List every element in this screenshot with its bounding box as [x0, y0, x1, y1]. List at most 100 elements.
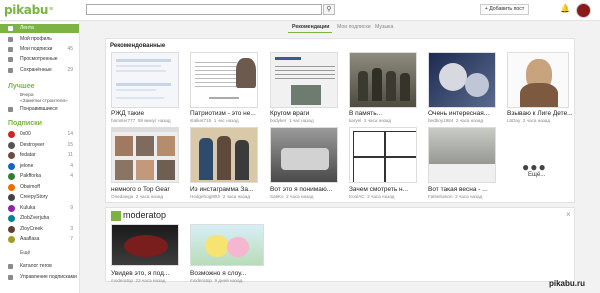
subscription-label: fedatar	[20, 152, 36, 158]
post-meta: Hedgehog80th 2 часа назад	[190, 194, 251, 199]
recommended-title: Рекомендованные	[110, 43, 166, 49]
sidebar-item-feed[interactable]: Лента	[0, 24, 79, 33]
sidebar-item-manage[interactable]: Управление подписками	[0, 273, 79, 282]
bell-icon[interactable]: 🔔	[560, 4, 570, 13]
subscription-count: 11	[67, 152, 73, 158]
search-icon[interactable]: ⚲	[323, 4, 335, 15]
post-thumbnail[interactable]	[190, 127, 258, 183]
post-thumbnail[interactable]	[507, 52, 569, 108]
subscription-item[interactable]: Pakfforka 4	[0, 172, 79, 181]
user-avatar[interactable]	[576, 3, 591, 18]
post-meta: stalker716 1 час назад	[190, 118, 239, 123]
post-title[interactable]: Кругом враги	[270, 110, 342, 117]
post-title[interactable]: Из инстаграмма За...	[190, 186, 262, 193]
subscription-item[interactable]: Obsimoff	[0, 183, 79, 192]
sidebar-item-liked[interactable]: Понравившиеся	[0, 105, 79, 114]
home-icon	[8, 26, 13, 31]
tags-icon	[8, 264, 13, 269]
post-meta: FalseIlusion 2 часа назад	[428, 194, 483, 199]
subscription-avatar	[8, 162, 15, 170]
subs-heading: Подписки	[8, 120, 42, 127]
post-thumbnail[interactable]	[111, 224, 179, 266]
subscription-count: 14	[67, 131, 73, 137]
subscription-avatar	[8, 194, 15, 201]
post-meta: bedboy1984 2 часа назад	[428, 118, 484, 123]
post-title[interactable]: Вот это я понимаю...	[270, 186, 342, 193]
post-title[interactable]: РЖД такие	[111, 110, 181, 117]
subscription-label: Obsimoff	[20, 183, 40, 190]
subscription-item[interactable]: Kuluka 9	[0, 204, 79, 213]
post-thumbnail[interactable]	[428, 52, 496, 108]
post-title[interactable]: немного о Top Gear	[111, 186, 183, 193]
tab-my-subscriptions[interactable]: Мои подписки	[337, 24, 371, 30]
tab-music[interactable]: Музыка	[375, 24, 393, 30]
post-thumbnail[interactable]	[190, 52, 258, 108]
subscription-count: 7	[70, 236, 73, 242]
sidebar-item-profile[interactable]: Мой профиль	[0, 35, 79, 44]
post-thumbnail[interactable]	[190, 224, 264, 266]
sidebar: Лента Мой профиль Мои подписки 45 Просмот…	[0, 22, 80, 293]
subscription-item[interactable]: Aaaflasa 7	[0, 235, 79, 244]
post-thumbnail[interactable]	[349, 52, 417, 108]
subscription-item[interactable]: jelone 4	[0, 162, 79, 171]
sidebar-item-viewed[interactable]: Просмотренные	[0, 55, 79, 64]
post-title[interactable]: Взываю к Лиге Дете...	[507, 110, 573, 117]
subscription-avatar	[8, 152, 15, 159]
subscription-label: Destroyeer	[20, 141, 45, 148]
subscription-item[interactable]: Destroyeer 15	[0, 141, 79, 150]
post-title[interactable]: Зачем смотреть н...	[349, 186, 421, 193]
menu-icon[interactable]: ≡	[49, 6, 59, 14]
subscription-item[interactable]: ZloyCreek 3	[0, 225, 79, 234]
post-title[interactable]: Увидев это, я под...	[111, 270, 183, 277]
subscription-avatar	[8, 183, 15, 191]
subscription-label: Kuluka	[20, 204, 36, 211]
more-link[interactable]: Ещё...	[528, 172, 545, 178]
post-thumbnail[interactable]	[270, 52, 338, 108]
subscription-avatar	[8, 236, 15, 243]
post-meta: Onedawga 2 часа назад	[111, 194, 164, 199]
subscription-item[interactable]: fedatar 11	[0, 151, 79, 160]
top-bar: pikabu ≡ ⚲ + Добавить пост 🔔	[0, 0, 600, 21]
post-thumbnail[interactable]	[270, 127, 338, 183]
subscription-avatar	[8, 131, 15, 138]
subscription-label: ZlobZverjuha	[20, 215, 50, 221]
best-yesterday[interactable]: Вчера	[20, 93, 34, 98]
subscription-item[interactable]: 0x00 14	[0, 130, 79, 139]
subscription-label: 0x00	[20, 131, 31, 137]
subs-more-link[interactable]: Ещё	[20, 250, 30, 256]
community-avatar[interactable]	[111, 211, 121, 221]
subscription-label: Aaaflasa	[20, 236, 40, 242]
subscriptions-icon	[8, 47, 13, 52]
subscription-item[interactable]: ZlobZverjuha	[0, 214, 79, 223]
pikabu-logo[interactable]: pikabu	[4, 3, 48, 17]
post-title[interactable]: Вот такая весна - ...	[428, 186, 500, 193]
post-title[interactable]: Возможно я слоу...	[190, 270, 264, 277]
post-title[interactable]: Патриотизм - это не...	[190, 110, 262, 117]
community-name[interactable]: moderatop	[123, 210, 166, 220]
subscription-item[interactable]: CreepyStory	[0, 193, 79, 202]
sidebar-item-subscriptions[interactable]: Мои подписки 45	[0, 45, 79, 54]
best-heading[interactable]: Лучшее	[8, 83, 35, 90]
subscription-avatar	[8, 173, 15, 180]
tab-recommendations[interactable]: Рекомендации	[292, 24, 329, 30]
post-thumbnail[interactable]	[111, 52, 179, 108]
subscription-count: 4	[70, 162, 73, 169]
post-thumbnail[interactable]	[349, 127, 417, 183]
settings-icon	[8, 275, 13, 280]
subscription-label: jelone	[20, 162, 34, 169]
close-icon[interactable]: ×	[566, 210, 571, 219]
search-input[interactable]	[86, 4, 322, 15]
post-title[interactable]: Очень интересная...	[428, 110, 500, 117]
post-meta: hamster777 59 минут назад	[111, 118, 171, 123]
post-thumbnail[interactable]	[428, 127, 496, 183]
add-post-button[interactable]: + Добавить пост	[480, 4, 529, 15]
subscription-label: CreepyStory	[20, 194, 48, 200]
subscription-label: Pakfforka	[20, 173, 42, 179]
post-meta: karyel 2 часа назад	[349, 118, 392, 123]
sidebar-item-catalog[interactable]: Каталог тегов	[0, 262, 79, 271]
best-community[interactable]: «Заметки строителя»	[20, 99, 68, 104]
bookmark-icon	[8, 68, 13, 73]
post-title[interactable]: В память...	[349, 110, 421, 117]
sidebar-item-saved[interactable]: Сохранённые 29	[0, 66, 79, 75]
post-thumbnail[interactable]	[111, 127, 179, 183]
